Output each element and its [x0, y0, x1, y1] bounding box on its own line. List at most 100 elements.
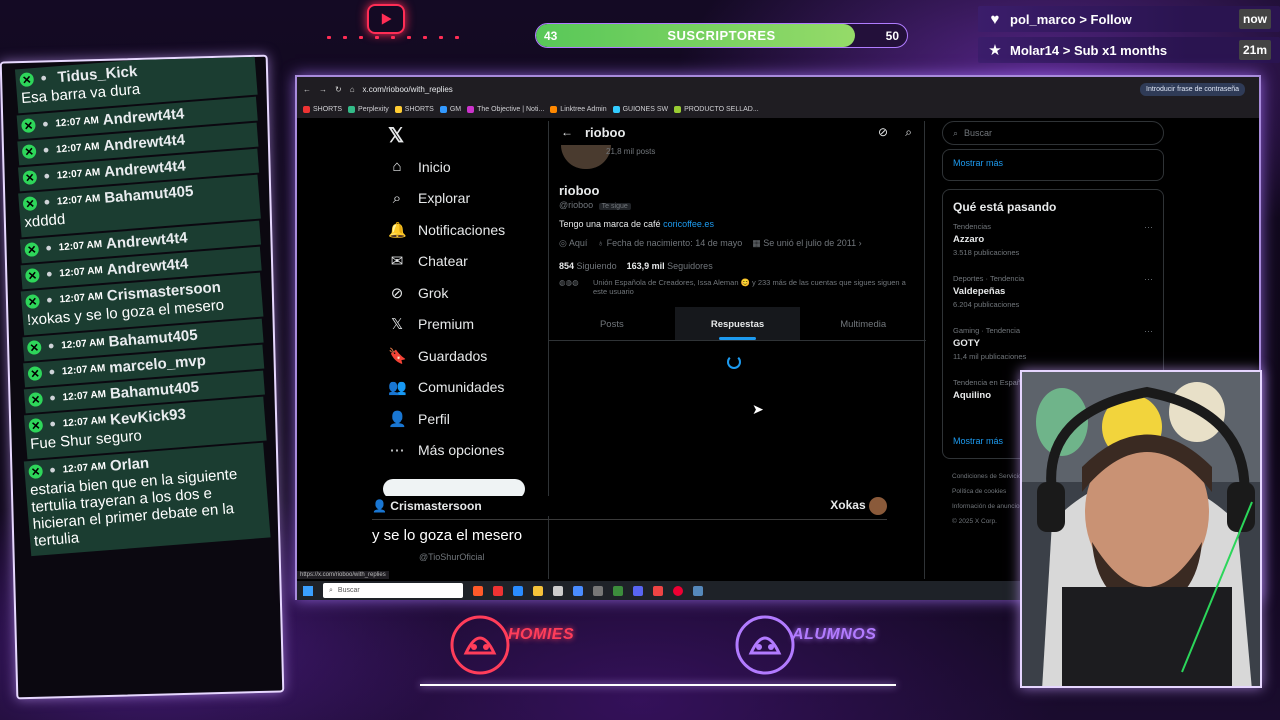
- more-options-icon[interactable]: ···: [1144, 274, 1153, 284]
- bookmark-item[interactable]: SHORTS: [303, 106, 342, 113]
- profile-handle: @rioboo: [559, 200, 594, 210]
- chat-username[interactable]: Orlan: [109, 454, 149, 474]
- chat-username[interactable]: Bahamut405: [109, 378, 199, 402]
- folder-icon[interactable]: [533, 585, 543, 596]
- search-icon[interactable]: ⌕: [905, 125, 912, 140]
- user-icon: ●: [45, 267, 54, 281]
- profile-handle-row: @rioboo Te sigue: [559, 200, 631, 210]
- tab-posts[interactable]: Posts: [549, 307, 675, 340]
- following-link[interactable]: 854 Siguiendo: [559, 261, 617, 271]
- profile-icon: 👤: [388, 410, 407, 428]
- obs-icon[interactable]: [593, 585, 603, 596]
- chat-username[interactable]: Andrewt4t4: [102, 105, 185, 128]
- trend-topic: Valdepeñas: [953, 286, 1006, 297]
- search-input[interactable]: ⌕ Buscar: [942, 121, 1164, 145]
- kick-badge-icon: ✕: [20, 118, 37, 134]
- grok-icon[interactable]: ⊘: [878, 125, 888, 139]
- windows-start-icon[interactable]: [303, 585, 313, 596]
- trend-context: Deportes · Tendencia: [953, 274, 1025, 283]
- url-text[interactable]: x.com/rioboo/with_replies: [363, 85, 453, 94]
- more-options-icon[interactable]: ···: [1144, 326, 1153, 336]
- alert-follow: ♥ pol_marco > Follow now: [978, 6, 1280, 32]
- chat-timestamp: 12:07 AM: [58, 264, 104, 279]
- nav-item-premium[interactable]: 𝕏 Premium: [382, 309, 532, 341]
- pokeball-icon[interactable]: [673, 585, 683, 596]
- status-url: https://x.com/rioboo/with_replies: [297, 571, 389, 579]
- chat-username[interactable]: Bahamut405: [108, 326, 198, 350]
- bookmark-item[interactable]: SHORTS: [394, 106, 434, 113]
- trend-item[interactable]: Tendencias Azzaro 3.518 publicaciones ···: [953, 222, 1153, 274]
- opera-icon[interactable]: [493, 585, 503, 596]
- bookmark-item[interactable]: Perplexity: [348, 106, 389, 113]
- trend-item[interactable]: Deportes · Tendencia Valdepeñas 6.204 publ…: [953, 274, 1153, 326]
- bookmark-label: Linktree Admin: [560, 106, 607, 113]
- bookmark-item[interactable]: GM: [439, 106, 461, 113]
- nav-item-comunidades[interactable]: 👥 Comunidades: [382, 372, 532, 404]
- app2-icon[interactable]: [693, 585, 703, 596]
- followers-link[interactable]: 163,9 mil Seguidores: [627, 261, 713, 271]
- bookmark-item[interactable]: GUIONES SW: [612, 106, 668, 113]
- edge-icon[interactable]: [513, 585, 523, 596]
- trend-context: Gaming · Tendencia: [953, 326, 1020, 335]
- tab-multimedia[interactable]: Multimedia: [800, 307, 926, 340]
- back-arrow-icon[interactable]: ←: [561, 125, 573, 139]
- grok-icon: ⊘: [390, 284, 404, 302]
- mutual-avatars: ◍◍◍: [559, 278, 579, 287]
- forward-icon[interactable]: →: [319, 85, 327, 94]
- nav-item-inicio[interactable]: ⌂ Inicio: [382, 151, 532, 183]
- nav-item-explorar[interactable]: ⌕ Explorar: [382, 183, 532, 215]
- caption-header: 👤 Crismastersoon Xokas: [372, 496, 887, 516]
- nav-item-más-opciones[interactable]: ⋯ Más opciones: [382, 435, 532, 467]
- nav-item-grok[interactable]: ⊘ Grok: [382, 277, 532, 309]
- loading-spinner: [727, 355, 741, 369]
- nav-label: Grok: [418, 284, 449, 301]
- home-icon[interactable]: ⌂: [350, 85, 355, 94]
- discord-icon[interactable]: [633, 585, 643, 596]
- alumnos-label: ALUMNOS: [792, 626, 877, 643]
- nav-item-perfil[interactable]: 👤 Perfil: [382, 403, 532, 435]
- x-logo-icon[interactable]: 𝕏: [388, 123, 532, 151]
- chat-username[interactable]: Andrewt4t4: [103, 131, 186, 154]
- followed-by[interactable]: ◍◍◍ Unión Española de Creadores, Issa Al…: [559, 278, 919, 296]
- bookmark-label: The Objective | Noti...: [477, 106, 545, 113]
- bookmark-item[interactable]: The Objective | Noti...: [467, 106, 544, 113]
- kick-badge-icon: ✕: [25, 294, 41, 310]
- app-icon[interactable]: [573, 585, 583, 596]
- bookmark-item[interactable]: Linktree Admin: [550, 106, 607, 113]
- nav-item-notificaciones[interactable]: 🔔 Notificaciones: [382, 214, 532, 246]
- location: ◎ Aquí: [559, 238, 588, 248]
- nav-label: Inicio: [418, 158, 451, 175]
- user-icon: ●: [48, 463, 57, 477]
- search-icon: ⌕: [953, 127, 959, 138]
- show-more-link[interactable]: Mostrar más: [953, 152, 1153, 174]
- chat-username[interactable]: Andrewt4t4: [106, 255, 189, 278]
- brave-icon[interactable]: [473, 585, 483, 596]
- chat-timestamp: 12:07 AM: [58, 238, 103, 253]
- chat-username[interactable]: Andrewt4t4: [103, 157, 186, 180]
- chat-timestamp: 12:07 AM: [55, 140, 100, 155]
- nav-item-guardados[interactable]: 🔖 Guardados: [382, 340, 532, 372]
- chrome-profile-icon[interactable]: [653, 585, 663, 596]
- who-to-follow-card: Mostrar más: [942, 149, 1164, 181]
- profile-meta: ◎ Aquí ♁ Fecha de nacimiento: 14 de mayo…: [559, 238, 862, 249]
- bookmark-label: Perplexity: [358, 106, 389, 113]
- tab-respuestas[interactable]: Respuestas: [674, 307, 801, 340]
- taskbar-search[interactable]: ⌕ Buscar: [323, 583, 463, 598]
- password-button[interactable]: Introducir frase de contraseña: [1140, 83, 1245, 96]
- chrome-icon[interactable]: [613, 585, 623, 596]
- bookmark-label: SHORTS: [313, 106, 343, 113]
- more-options-icon[interactable]: ···: [1144, 222, 1153, 232]
- address-bar[interactable]: ← → ↻ ⌂ x.com/rioboo/with_replies Introd…: [297, 83, 1257, 96]
- store-icon[interactable]: [553, 585, 563, 596]
- bookmark-item[interactable]: PRODUCTO SELLAD...: [674, 106, 759, 113]
- bio-link[interactable]: coricoffee.es: [663, 219, 714, 229]
- chat-username[interactable]: Andrewt4t4: [105, 229, 188, 252]
- back-icon[interactable]: ←: [303, 85, 311, 94]
- nav-item-chatear[interactable]: ✉ Chatear: [382, 246, 532, 278]
- chat-username[interactable]: marcelo_mvp: [109, 352, 207, 377]
- profile-name: rioboo: [559, 183, 600, 198]
- trend-count: 6.204 publicaciones: [953, 300, 1020, 309]
- reload-icon[interactable]: ↻: [335, 85, 342, 94]
- bio-text: Tengo una marca de café: [559, 219, 664, 229]
- balloon-icon: ♁: [597, 238, 607, 248]
